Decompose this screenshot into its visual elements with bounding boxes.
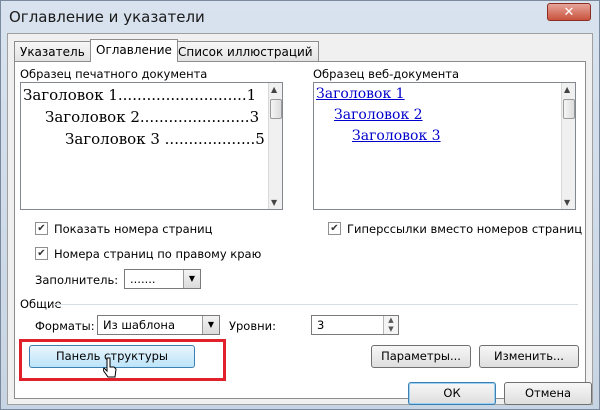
right-align-checkbox[interactable]: ✔	[35, 247, 48, 260]
tab-index[interactable]: Указатель	[14, 41, 91, 61]
show-page-numbers-checkbox[interactable]: ✔	[35, 222, 48, 235]
levels-stepper[interactable]: 3 ▲ ▼	[311, 315, 399, 335]
scroll-thumb[interactable]	[563, 99, 575, 119]
window-title: Оглавление и указатели	[9, 8, 205, 26]
scroll-up-icon[interactable]: ▲	[271, 85, 277, 94]
title-bar[interactable]: Оглавление и указатели ✕	[1, 1, 599, 33]
formats-value: Из шаблона	[103, 318, 175, 332]
hyperlinks-checkbox[interactable]: ✔	[328, 222, 341, 235]
web-preview-link[interactable]: Заголовок 1	[316, 86, 405, 102]
chevron-down-icon[interactable]: ▼	[183, 270, 200, 288]
web-preview-link[interactable]: Заголовок 3	[352, 128, 441, 144]
print-preview-label: Образец печатного документа	[20, 67, 208, 81]
levels-value: 3	[317, 318, 325, 332]
tab-toc[interactable]: Оглавление	[90, 39, 178, 62]
group-divider	[53, 304, 578, 305]
print-preview-scrollbar[interactable]: ▲ ▼	[268, 83, 282, 209]
leader-label: Заполнитель:	[35, 273, 119, 287]
print-preview-line: Заголовок 3 ...................5	[65, 130, 265, 148]
web-preview: Заголовок 1 Заголовок 2 Заголовок 3 ▲ ▼	[313, 82, 576, 210]
chevron-down-icon[interactable]: ▼	[202, 316, 219, 334]
leader-select[interactable]: ....... ▼	[124, 269, 201, 289]
formats-select[interactable]: Из шаблона ▼	[97, 315, 220, 335]
web-preview-link[interactable]: Заголовок 2	[334, 107, 423, 123]
highlight-annotation	[19, 339, 226, 381]
scroll-down-icon[interactable]: ▼	[271, 198, 277, 207]
checkmark-icon: ✔	[37, 248, 46, 259]
close-icon: ✕	[563, 5, 575, 20]
formats-label: Форматы:	[35, 319, 95, 333]
checkmark-icon: ✔	[37, 223, 46, 234]
checkmark-icon: ✔	[330, 223, 339, 234]
web-preview-scrollbar[interactable]: ▲ ▼	[561, 83, 575, 209]
hyperlinks-label[interactable]: Гиперссылки вместо номеров страниц	[347, 222, 582, 236]
spin-up-icon[interactable]: ▲	[384, 316, 398, 325]
leader-value: .......	[130, 272, 156, 286]
web-preview-label: Образец веб-документа	[313, 67, 460, 81]
toc-dialog: Оглавление и указатели ✕ Указатель Оглав…	[0, 0, 600, 410]
print-preview-line: Заголовок 1...........................1	[23, 86, 257, 104]
modify-button[interactable]: Изменить...	[479, 345, 579, 368]
cancel-button[interactable]: Отмена	[504, 382, 592, 405]
right-align-label[interactable]: Номера страниц по правому краю	[54, 247, 261, 261]
mouse-pointer-icon	[103, 357, 117, 378]
ok-button[interactable]: ОК	[408, 382, 496, 405]
spin-down-icon[interactable]: ▼	[384, 325, 398, 334]
levels-spin-buttons[interactable]: ▲ ▼	[383, 316, 398, 334]
scroll-up-icon[interactable]: ▲	[564, 85, 570, 94]
levels-label: Уровни:	[229, 319, 276, 333]
print-preview-line: Заголовок 2.......................3	[45, 108, 260, 126]
show-page-numbers-label[interactable]: Показать номера страниц	[54, 222, 212, 236]
close-button[interactable]: ✕	[547, 3, 591, 21]
scroll-thumb[interactable]	[270, 99, 282, 119]
tab-figures[interactable]: Список иллюстраций	[172, 41, 319, 61]
scroll-down-icon[interactable]: ▼	[564, 198, 570, 207]
print-preview: Заголовок 1...........................1 …	[20, 82, 283, 210]
options-button[interactable]: Параметры...	[371, 345, 471, 368]
